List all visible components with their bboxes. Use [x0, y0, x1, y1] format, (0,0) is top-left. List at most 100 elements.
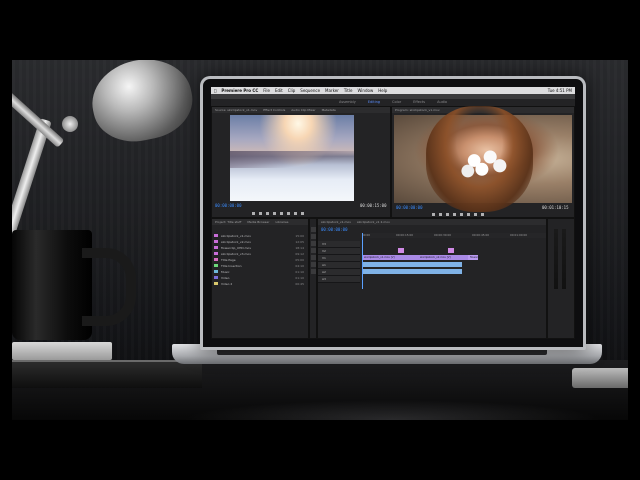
mark-in-icon[interactable] — [252, 212, 255, 215]
ruler-label: 00:00:45:00 — [472, 233, 490, 237]
laptop-screen-bezel:  Premiere Pro CC File Edit Clip Sequenc… — [200, 76, 586, 350]
track-header-v1[interactable]: V1 — [318, 255, 360, 262]
menu-sequence[interactable]: Sequence — [300, 88, 320, 93]
laptop-display:  Premiere Pro CC File Edit Clip Sequenc… — [211, 87, 575, 339]
audio-meters-panel — [547, 218, 575, 339]
program-timecode-in[interactable]: 00:00:00:00 — [396, 205, 423, 210]
audio-clip[interactable] — [362, 269, 462, 274]
apple-logo-icon[interactable]:  — [214, 88, 216, 93]
step-forward-icon[interactable] — [280, 212, 283, 215]
project-item-name: Video 2 — [221, 281, 233, 286]
source-timecode-in[interactable]: 00:00:00:00 — [215, 203, 242, 208]
menu-help[interactable]: Help — [378, 88, 387, 93]
project-item[interactable]: Video 01:10 — [214, 275, 304, 280]
hand-tool-icon[interactable] — [311, 269, 316, 274]
project-item[interactable]: Title Page 05:00 — [214, 257, 304, 262]
mark-out-icon[interactable] — [439, 213, 442, 216]
desk-reflection — [182, 400, 602, 420]
tab-sequence-2[interactable]: skiclipstock_v1 2.mov — [357, 219, 390, 225]
track-header-v3[interactable]: V3 — [318, 241, 360, 248]
slip-tool-icon[interactable] — [311, 255, 316, 260]
title-clip[interactable] — [448, 248, 454, 253]
menu-window[interactable]: Window — [357, 88, 373, 93]
tab-sequence-1[interactable]: skiclipstock_v1.mov — [321, 219, 351, 225]
extract-icon[interactable] — [474, 213, 477, 216]
step-back-icon[interactable] — [266, 212, 269, 215]
menu-clip[interactable]: Clip — [288, 88, 296, 93]
workspace-effects[interactable]: Effects — [413, 99, 425, 106]
selection-tool-icon[interactable] — [311, 227, 316, 232]
label-swatch — [214, 234, 218, 237]
track-header-v2[interactable]: V2 — [318, 248, 360, 255]
audio-clip[interactable] — [362, 262, 462, 267]
title-clip[interactable] — [398, 248, 404, 253]
menu-file[interactable]: File — [263, 88, 270, 93]
tab-program[interactable]: Program: skiclipstock_v1.mov — [395, 107, 440, 113]
ruler-label: 00:00:15:00 — [396, 233, 414, 237]
project-item[interactable]: skiclipstock_v2.mov 12:05 — [214, 239, 304, 244]
menu-edit[interactable]: Edit — [275, 88, 283, 93]
timeline-panel: skiclipstock_v1.mov skiclipstock_v1 2.mo… — [317, 218, 547, 339]
tab-metadata[interactable]: Metadata — [322, 107, 336, 113]
workspace-audio[interactable]: Audio — [437, 99, 447, 106]
step-forward-icon[interactable] — [460, 213, 463, 216]
video-clip[interactable]: flowerclip_UHD.mov [V] — [468, 255, 480, 260]
menu-marker[interactable]: Marker — [325, 88, 339, 93]
insert-icon[interactable] — [287, 212, 290, 215]
export-frame-icon[interactable] — [301, 212, 304, 215]
step-back-icon[interactable] — [446, 213, 449, 216]
track-select-tool-icon[interactable] — [311, 234, 316, 239]
project-item-duration: 05:00 — [295, 257, 304, 262]
project-item[interactable]: skiclipstock_v1.mov 15:00 — [214, 233, 304, 238]
audio-meter-right — [562, 229, 566, 289]
project-item-name: Title Page — [221, 257, 236, 262]
timeline-timecode[interactable]: 00:00:00:00 — [321, 227, 348, 232]
timeline-ruler[interactable]: 00:00 00:00:15:00 00:00:30:00 00:00:45:0… — [360, 233, 546, 238]
video-clip[interactable]: skiclipstock_v2.mov [V] — [418, 255, 468, 260]
tab-source[interactable]: Source: skiclipstock_v1.mov — [215, 107, 257, 113]
project-item-name: Video — [221, 275, 230, 280]
play-icon[interactable] — [453, 213, 456, 216]
project-item[interactable]: Title Insertion 04:10 — [214, 263, 304, 268]
overwrite-icon[interactable] — [294, 212, 297, 215]
program-video-frame[interactable] — [394, 106, 572, 212]
mark-in-icon[interactable] — [432, 213, 435, 216]
project-item[interactable]: skiclipstock_v3.mov 09:12 — [214, 251, 304, 256]
project-item[interactable]: flowerclip_UHD.mov 18:14 — [214, 245, 304, 250]
project-item-name: Title Insertion — [221, 263, 242, 268]
workspace-assembly[interactable]: Assembly — [339, 99, 356, 106]
lift-icon[interactable] — [467, 213, 470, 216]
source-monitor-panel: Source: skiclipstock_v1.mov Effect Contr… — [211, 106, 391, 218]
project-item-name: skiclipstock_v2.mov — [221, 239, 251, 244]
tab-media-browser[interactable]: Media Browser — [247, 219, 269, 225]
menu-app-name[interactable]: Premiere Pro CC — [221, 88, 258, 93]
menubar-clock[interactable]: Tue 4:51 PM — [548, 88, 572, 93]
project-item[interactable]: Music 01:10 — [214, 269, 304, 274]
play-icon[interactable] — [273, 212, 276, 215]
razor-tool-icon[interactable] — [311, 248, 316, 253]
tab-effect-controls[interactable]: Effect Controls — [263, 107, 285, 113]
menu-title[interactable]: Title — [344, 88, 353, 93]
track-header-a3[interactable]: A3 — [318, 276, 360, 283]
source-video-frame[interactable] — [230, 115, 354, 201]
workspace-color[interactable]: Color — [392, 99, 401, 106]
tab-audio-clip-mixer[interactable]: Audio Clip Mixer — [291, 107, 315, 113]
workspace-editing[interactable]: Editing — [368, 99, 380, 106]
tab-libraries[interactable]: Libraries — [275, 219, 288, 225]
ripple-edit-tool-icon[interactable] — [311, 241, 316, 246]
pen-tool-icon[interactable] — [311, 262, 316, 267]
mark-out-icon[interactable] — [259, 212, 262, 215]
tab-project[interactable]: Project: Title stuff — [215, 219, 241, 225]
track-header-a2[interactable]: A2 — [318, 269, 360, 276]
timeline-playhead[interactable] — [362, 233, 363, 289]
video-clip[interactable]: skiclipstock_v1.mov [V] — [362, 255, 418, 260]
label-swatch — [214, 264, 218, 267]
project-tabs: Project: Title stuff Media Browser Libra… — [212, 219, 308, 225]
tools-panel — [309, 218, 317, 339]
source-transport-controls — [252, 211, 304, 216]
clip-label: flowerclip_UHD.mov [V] — [470, 256, 480, 259]
project-item[interactable]: Video 2 00:45 — [214, 281, 304, 286]
track-header-a1[interactable]: A1 — [318, 262, 360, 269]
project-item-duration: 12:05 — [295, 239, 304, 244]
export-frame-icon[interactable] — [481, 213, 484, 216]
